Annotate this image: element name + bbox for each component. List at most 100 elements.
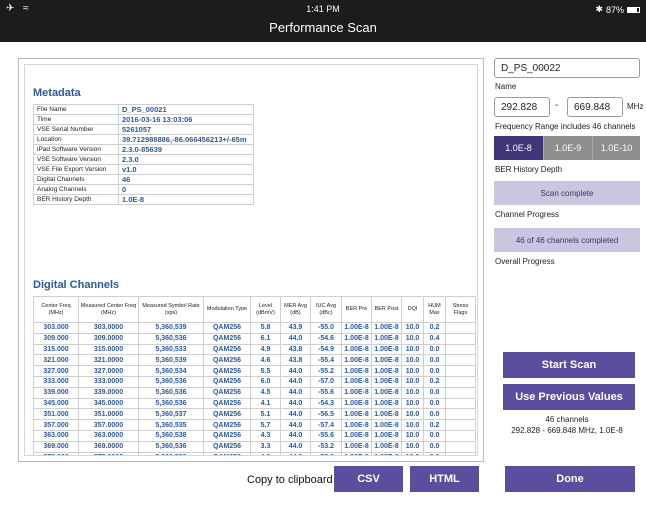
table-cell (445, 440, 476, 453)
battery-status: ✱ 87% (595, 4, 640, 15)
table-cell (445, 386, 476, 399)
table-cell: QAM256 (203, 375, 251, 388)
metadata-table: File Name D_PS_00021 Time 2016-03-16 13:03:… (33, 104, 254, 205)
table-cell: 1.00E-8 (341, 397, 372, 410)
table-cell: QAM256 (203, 429, 251, 442)
metadata-value: v1.0 (118, 164, 254, 175)
table-cell: 4.5 (250, 386, 281, 399)
report-content: Metadata File Name D_PS_00021 Time 2016-03-… (24, 64, 478, 456)
table-cell: 3.3 (250, 440, 281, 453)
table-cell (445, 419, 476, 431)
table-cell: QAM256 (203, 322, 251, 334)
table-row: 369.000 369.0000 5,360,536 QAM256 3.3 44.0 -53… (33, 440, 476, 453)
table-cell: 43.8 (280, 354, 311, 367)
report-panel[interactable]: Metadata File Name D_PS_00021 Time 2016-03-… (18, 58, 484, 462)
metadata-key: File Name (33, 104, 119, 115)
table-cell: -57.0 (310, 375, 342, 388)
table-cell: 5,360,536 (138, 386, 204, 399)
table-cell: 375.000 (33, 451, 79, 455)
freq-low-input[interactable]: 292.828 (494, 97, 550, 117)
metadata-key: Digital Channels (33, 174, 119, 185)
table-cell: 1.00E-8 (341, 408, 372, 421)
table-cell: 44.0 (280, 419, 311, 431)
metadata-row: BER History Depth 1.0E-8 (33, 194, 254, 205)
table-cell: 309.0000 (78, 332, 139, 345)
table-cell (445, 408, 476, 421)
table-cell: 1.00E-8 (371, 451, 402, 455)
freq-high-input[interactable]: 669.848 (567, 97, 623, 117)
table-cell: 44.0 (280, 332, 311, 345)
table-cell (445, 354, 476, 367)
table-cell: 1.00E-8 (341, 343, 372, 356)
table-cell (445, 397, 476, 410)
ber-option-1e-10[interactable]: 1.0E-10 (592, 136, 640, 160)
copy-csv-button[interactable]: CSV (334, 466, 403, 492)
table-cell: 1.00E-8 (371, 386, 402, 399)
table-cell: QAM256 (203, 440, 251, 453)
scan-summary-channels: 46 channels (545, 415, 589, 424)
table-cell: -55.6 (310, 429, 342, 442)
done-button[interactable]: Done (505, 466, 635, 492)
metadata-key: VSE File Export Version (33, 164, 119, 175)
table-cell: 5.5 (250, 365, 281, 377)
table-row: 357.000 357.0000 5,360,535 QAM256 5.7 44.0 -57… (33, 419, 476, 431)
metadata-row: Time 2016-03-16 13:03:06 (33, 114, 254, 125)
column-header: BER Post (371, 296, 402, 323)
table-cell: 5,360,536 (138, 375, 204, 388)
start-scan-button[interactable]: Start Scan (503, 352, 635, 378)
table-cell: 0.0 (423, 354, 446, 367)
table-cell: 4.3 (250, 429, 281, 442)
ber-history-label: BER History Depth (495, 165, 563, 174)
page-title: Performance Scan (269, 20, 377, 35)
table-cell: QAM256 (203, 354, 251, 367)
table-cell (445, 451, 476, 455)
metadata-value: 46 (118, 174, 254, 185)
metadata-row: VSE File Export Version v1.0 (33, 164, 254, 175)
scan-name-input[interactable]: D_PS_00022 (494, 58, 640, 78)
table-cell: 10.0 (401, 429, 424, 442)
table-cell: 0.0 (423, 451, 446, 455)
table-cell: 5,360,538 (138, 429, 204, 442)
copy-html-button[interactable]: HTML (410, 466, 479, 492)
table-cell: 5,360,536 (138, 332, 204, 345)
table-cell: 1.00E-8 (371, 375, 402, 388)
table-cell: 1.00E-8 (341, 375, 372, 388)
column-header: Measured Symbol Rate (sps) (138, 296, 204, 323)
column-header: BER Pre (341, 296, 372, 323)
use-previous-values-button[interactable]: Use Previous Values (503, 384, 635, 410)
table-cell: 1.00E-8 (341, 451, 372, 455)
ber-option-1e-9[interactable]: 1.0E-9 (543, 136, 592, 160)
table-cell (445, 365, 476, 377)
table-cell: 1.00E-8 (371, 419, 402, 431)
column-header: DQI (401, 296, 424, 323)
table-cell: 327.0000 (78, 365, 139, 377)
table-cell: 333.000 (33, 375, 79, 388)
table-cell: 1.00E-8 (371, 365, 402, 377)
table-cell: 345.0000 (78, 397, 139, 410)
metadata-row: Digital Channels 46 (33, 174, 254, 185)
table-cell: 5,360,535 (138, 419, 204, 431)
status-bar: ✈ ≈ 1:41 PM ✱ 87% (0, 0, 646, 18)
table-cell: -55.2 (310, 365, 342, 377)
metadata-key: iPad Software Version (33, 144, 119, 155)
table-cell: 0.0 (423, 440, 446, 453)
table-cell: 44.0 (280, 397, 311, 410)
ber-option-1e-8[interactable]: 1.0E-8 (494, 136, 543, 160)
metadata-row: Analog Channels 0 (33, 184, 254, 195)
table-cell: 10.0 (401, 440, 424, 453)
column-header: Center Freq (MHz) (33, 296, 79, 323)
column-header: IUC Avg (dBc) (310, 296, 342, 323)
table-row: 315.000 315.0000 5,360,533 QAM256 4.9 43.8 -54… (33, 343, 476, 356)
metadata-value: 2016-03-16 13:03:06 (118, 114, 254, 125)
bluetooth-icon: ✱ (595, 4, 603, 14)
table-cell: 44.0 (280, 429, 311, 442)
metadata-row: iPad Software Version 2.3.0-85639 (33, 144, 254, 155)
table-cell: -55.0 (310, 322, 342, 334)
table-row: 303.000 303.0000 5,360,539 QAM256 5.8 43.9 -55… (33, 322, 476, 334)
table-cell: 339.0000 (78, 386, 139, 399)
table-row: 363.000 363.0000 5,360,538 QAM256 4.3 44.0 -55… (33, 429, 476, 442)
metadata-key: BER History Depth (33, 194, 119, 205)
table-cell: 4.6 (250, 354, 281, 367)
table-cell: 357.000 (33, 419, 79, 431)
overall-progress-label: Overall Progress (495, 257, 555, 266)
